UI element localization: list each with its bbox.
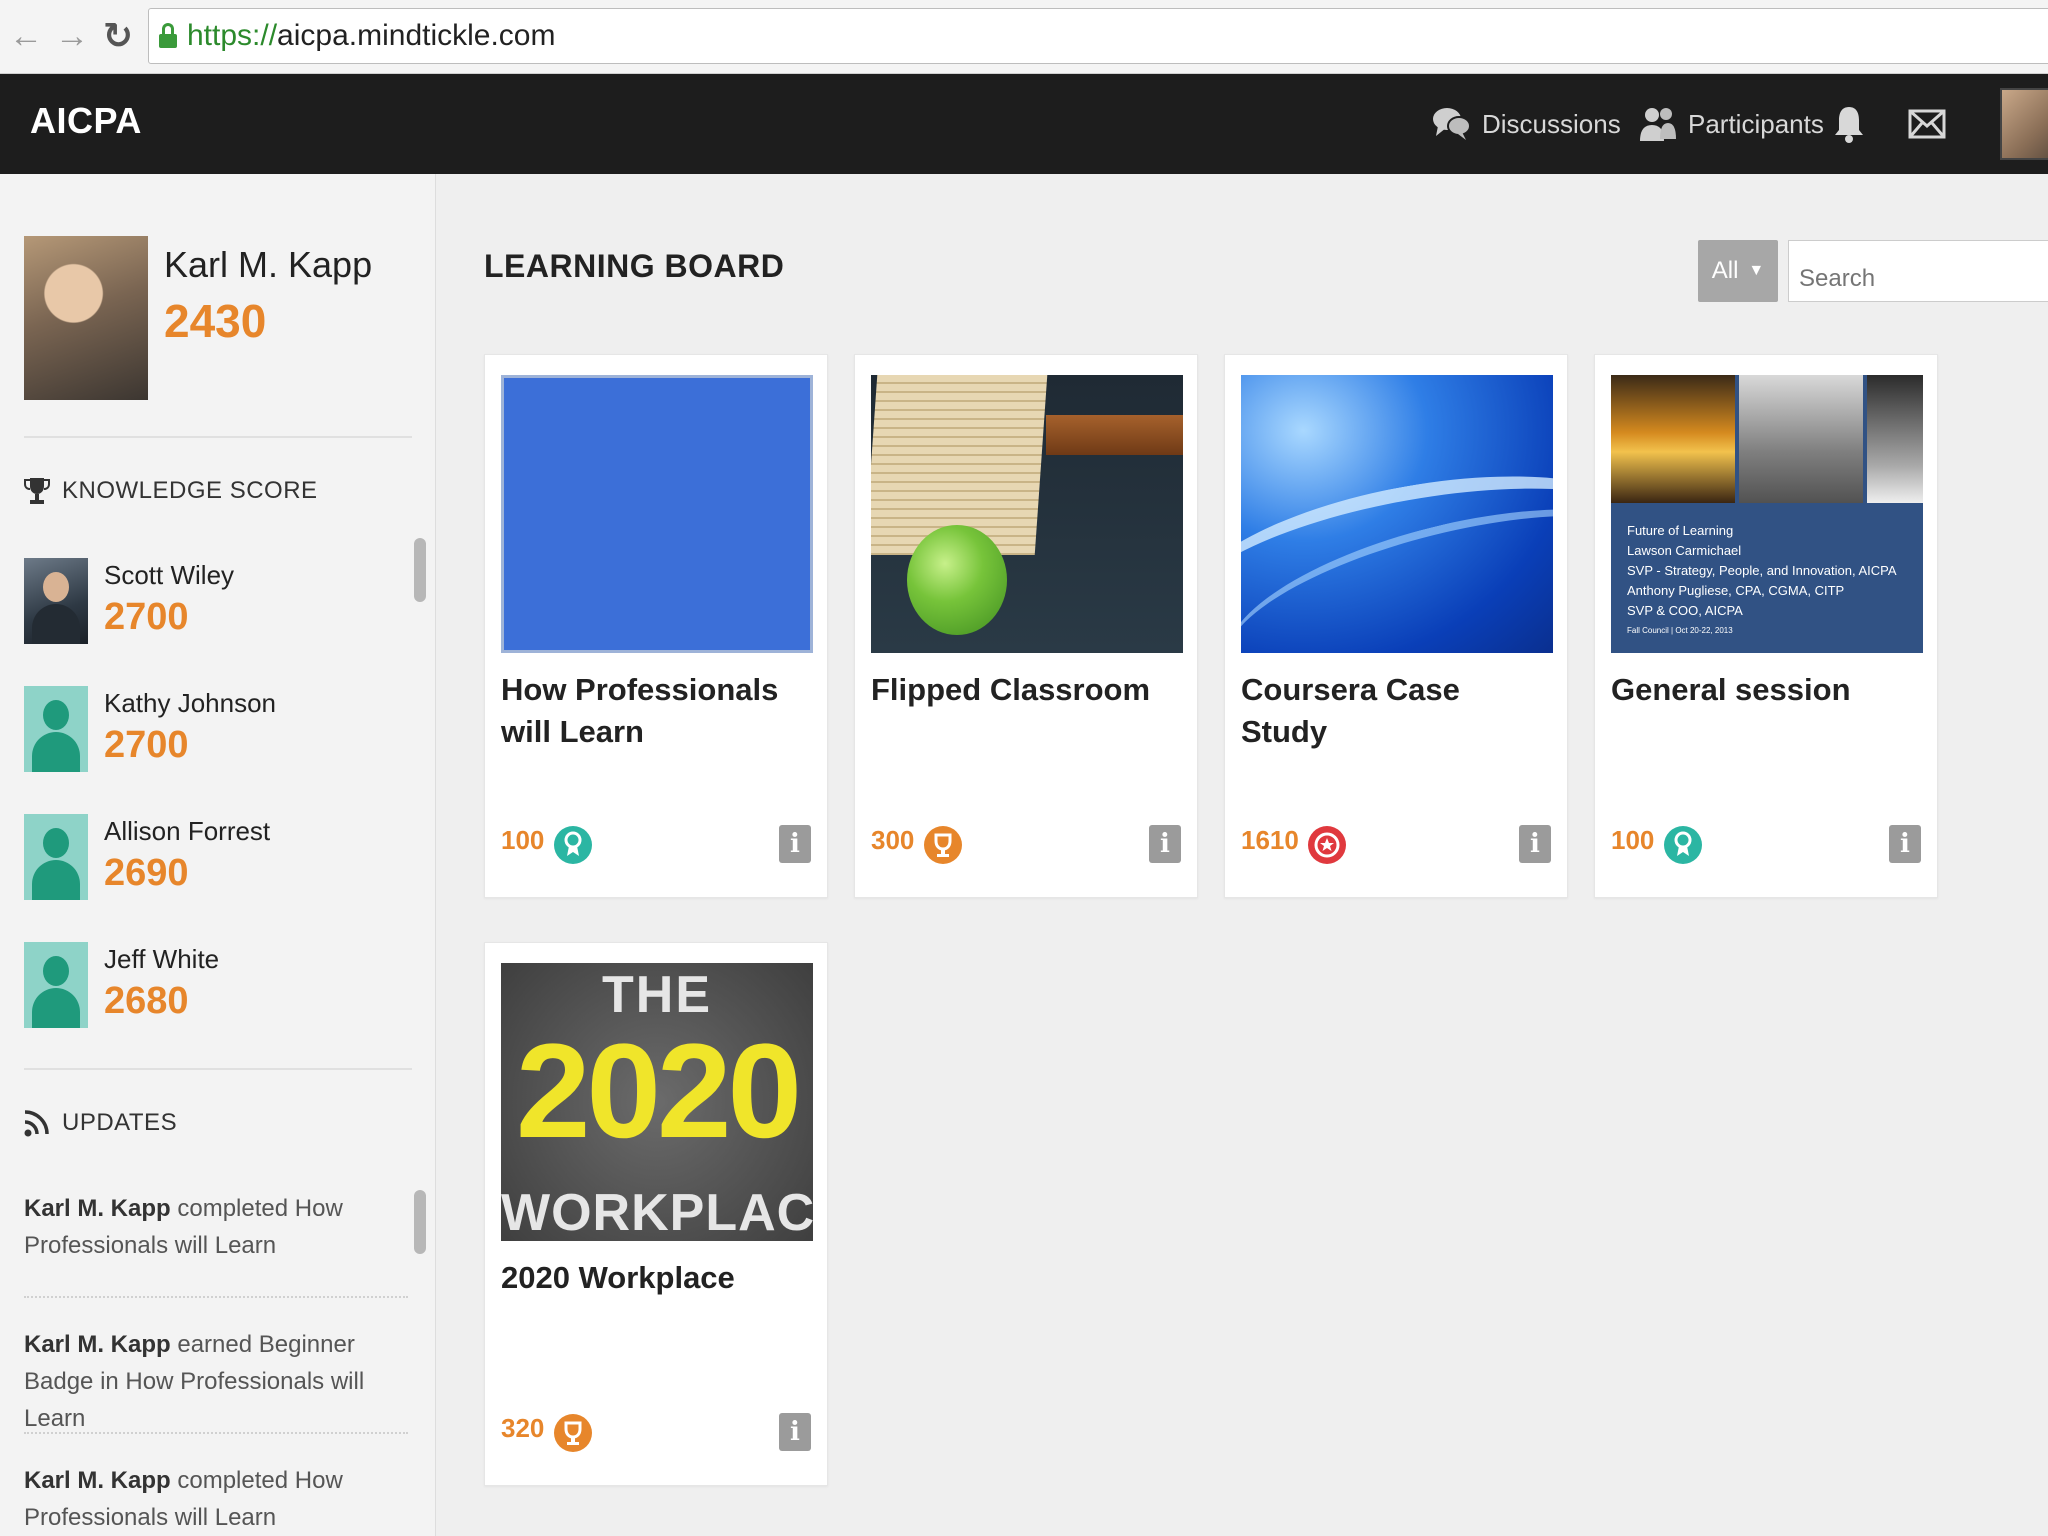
knowledge-score-heading: KNOWLEDGE SCORE xyxy=(24,476,318,506)
learning-board-title: LEARNING BOARD xyxy=(484,248,785,284)
divider xyxy=(24,1068,412,1070)
info-icon[interactable]: i xyxy=(779,1413,811,1451)
discussions-label: Discussions xyxy=(1482,108,1621,139)
trophy-badge-icon xyxy=(924,826,962,864)
module-points: 100 xyxy=(501,825,545,855)
profile-score: 2430 xyxy=(164,295,267,347)
ribbon-badge-icon xyxy=(1664,826,1702,864)
notifications-button[interactable] xyxy=(1832,104,1876,144)
trophy-icon xyxy=(24,478,50,504)
profile-photo[interactable] xyxy=(24,236,148,400)
module-title[interactable]: How Professionals will Learn xyxy=(501,669,811,753)
module-points: 300 xyxy=(871,825,915,855)
leaderboard-row[interactable]: Jeff White 2680 xyxy=(24,942,404,1032)
ribbon-badge-icon xyxy=(554,826,592,864)
module-card[interactable]: Future of Learning Lawson Carmichael SVP… xyxy=(1594,354,1938,898)
forward-arrow-icon[interactable]: → xyxy=(52,14,92,58)
default-user-icon xyxy=(24,814,88,900)
default-user-icon xyxy=(24,942,88,1028)
leader-score: 2690 xyxy=(104,852,189,894)
module-points: 100 xyxy=(1611,825,1655,855)
leader-name: Allison Forrest xyxy=(104,816,271,846)
module-points: 1610 xyxy=(1241,825,1299,855)
update-item: Karl M. Kapp earned Beginner Badge in Ho… xyxy=(24,1326,408,1437)
chat-bubbles-icon xyxy=(1433,108,1471,140)
filter-value: All xyxy=(1711,257,1739,284)
info-icon[interactable]: i xyxy=(1149,825,1181,863)
discussions-link[interactable]: Discussions xyxy=(1432,104,1621,144)
leader-avatar xyxy=(24,558,88,644)
back-arrow-icon[interactable]: ← xyxy=(6,14,46,58)
update-user[interactable]: Karl M. Kapp xyxy=(24,1195,171,1222)
brand-logo[interactable]: AICPA xyxy=(30,100,142,142)
user-avatar[interactable] xyxy=(2000,88,2048,160)
divider xyxy=(24,436,412,438)
module-thumbnail[interactable] xyxy=(501,375,813,653)
participants-label: Participants xyxy=(1688,108,1824,139)
leader-score: 2700 xyxy=(104,596,189,638)
leaderboard-row[interactable]: Allison Forrest 2690 xyxy=(24,814,404,904)
leader-name: Kathy Johnson xyxy=(104,688,277,718)
trophy-badge-icon xyxy=(554,1414,592,1452)
module-card[interactable]: How Professionals will Learn 100 i xyxy=(484,354,828,898)
module-card[interactable]: Flipped Classroom 300 i xyxy=(854,354,1198,898)
updates-scrollbar[interactable] xyxy=(414,1190,426,1254)
info-icon[interactable]: i xyxy=(779,825,811,863)
search-input[interactable] xyxy=(1788,240,2048,302)
update-item: Karl M. Kapp completed How Professionals… xyxy=(24,1190,408,1264)
bell-icon xyxy=(1835,107,1863,143)
module-title[interactable]: 2020 Workplace xyxy=(501,1257,811,1299)
module-thumbnail[interactable]: THE 2020 WORKPLACE xyxy=(501,963,813,1241)
rss-feed-icon xyxy=(24,1110,49,1137)
update-item: Karl M. Kapp completed How Professionals… xyxy=(24,1462,408,1536)
sidebar: Karl M. Kapp 2430 KNOWLEDGE SCORE Scott … xyxy=(0,174,436,1536)
people-icon xyxy=(1640,108,1676,141)
reload-icon[interactable]: ↻ xyxy=(98,14,138,58)
filter-dropdown[interactable]: All ▼ xyxy=(1698,240,1778,302)
leaderboard-row[interactable]: Scott Wiley 2700 xyxy=(24,558,404,648)
leader-name: Scott Wiley xyxy=(104,560,235,590)
module-points: 320 xyxy=(501,1413,545,1443)
browser-toolbar: ← → ↻ https://aicpa.mindtickle.com xyxy=(0,0,2048,74)
module-thumbnail[interactable]: Future of Learning Lawson Carmichael SVP… xyxy=(1611,375,1923,653)
module-thumbnail[interactable] xyxy=(871,375,1183,653)
info-icon[interactable]: i xyxy=(1519,825,1551,863)
update-separator xyxy=(24,1432,408,1434)
default-user-icon xyxy=(24,686,88,772)
caret-down-icon: ▼ xyxy=(1748,262,1765,279)
module-title[interactable]: Flipped Classroom xyxy=(871,669,1181,711)
module-thumbnail[interactable] xyxy=(1241,375,1553,653)
url-text: https://aicpa.mindtickle.com xyxy=(187,19,556,52)
star-badge-icon xyxy=(1308,826,1346,864)
profile-name[interactable]: Karl M. Kapp xyxy=(164,244,372,286)
updates-heading: UPDATES xyxy=(24,1108,177,1138)
info-icon[interactable]: i xyxy=(1889,825,1921,863)
update-user[interactable]: Karl M. Kapp xyxy=(24,1331,171,1358)
leader-score: 2700 xyxy=(104,724,189,766)
participants-link[interactable]: Participants xyxy=(1638,104,1824,144)
envelope-icon xyxy=(1908,109,1946,139)
updates-title: UPDATES xyxy=(62,1109,178,1136)
leader-score: 2680 xyxy=(104,980,189,1022)
slide-text: Future of Learning Lawson Carmichael SVP… xyxy=(1627,523,1897,635)
leaderboard-row[interactable]: Kathy Johnson 2700 xyxy=(24,686,404,776)
knowledge-score-title: KNOWLEDGE SCORE xyxy=(62,477,318,504)
messages-button[interactable] xyxy=(1908,104,1956,144)
address-bar[interactable]: https://aicpa.mindtickle.com xyxy=(148,8,2048,64)
leader-name: Jeff White xyxy=(104,944,220,974)
leaderboard-scrollbar[interactable] xyxy=(414,538,426,602)
module-card[interactable]: THE 2020 WORKPLACE 2020 Workplace 320 i xyxy=(484,942,828,1486)
update-user[interactable]: Karl M. Kapp xyxy=(24,1467,171,1494)
update-separator xyxy=(24,1296,408,1298)
module-title[interactable]: General session xyxy=(1611,669,1921,711)
lock-icon xyxy=(159,23,177,49)
module-card[interactable]: Coursera Case Study 1610 i xyxy=(1224,354,1568,898)
module-title[interactable]: Coursera Case Study xyxy=(1241,669,1551,753)
app-header: AICPA Discussions Participants xyxy=(0,74,2048,174)
